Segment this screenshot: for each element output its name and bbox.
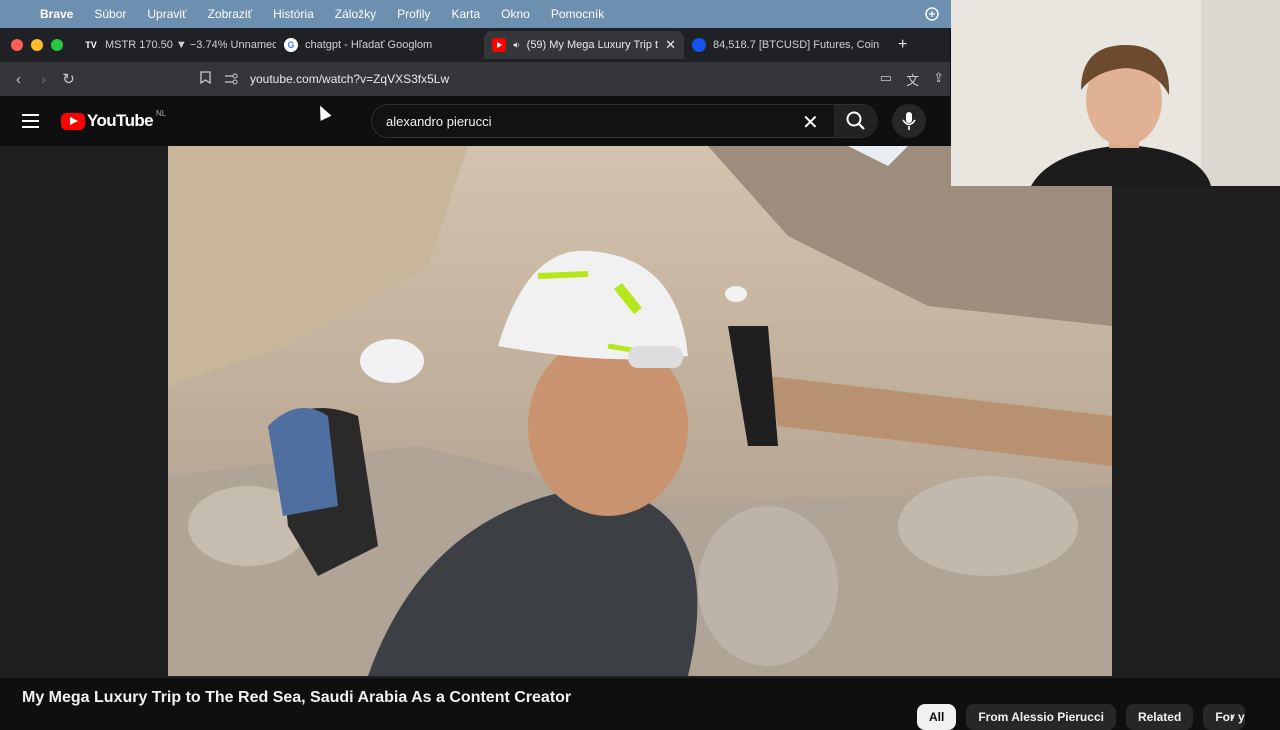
voice-search-button[interactable] (892, 104, 926, 138)
tab-label: chatgpt - Hľadať Googlom (305, 39, 433, 51)
youtube-header: YouTube NL alexandro pierucci ✕ (0, 96, 950, 146)
close-window-button[interactable] (11, 39, 23, 51)
youtube-play-icon (61, 112, 85, 130)
new-tab-icon[interactable]: + (898, 36, 907, 54)
search-input[interactable]: alexandro pierucci (386, 114, 492, 129)
back-arrow-icon[interactable]: ‹ (6, 71, 31, 88)
coinbase-icon (692, 38, 706, 52)
cast-icon[interactable]: ▭ (880, 70, 892, 89)
tab-google-search[interactable]: G chatgpt - Hľadať Googlom (276, 31, 484, 59)
tradingview-icon: TV (85, 40, 97, 50)
video-info-bar: My Mega Luxury Trip to The Red Sea, Saud… (0, 678, 1280, 730)
tab-youtube-active[interactable]: (59) My Mega Luxury Trip t ✕ (484, 31, 684, 59)
youtube-wordmark: YouTube (87, 111, 154, 130)
browser-toolbar: ‹ › ↻ youtube.com/watch?v=ZqVXS3fx5Lw ▭ … (0, 62, 950, 96)
youtube-favicon-icon (492, 38, 506, 52)
site-settings-icon[interactable] (224, 73, 238, 85)
zoom-window-button[interactable] (51, 39, 63, 51)
related-chips: All From Alessio Pierucci Related For yo (917, 704, 1246, 730)
search-button[interactable] (834, 105, 878, 137)
speaker-icon[interactable] (513, 39, 520, 51)
video-player-area (0, 146, 1280, 678)
youtube-logo[interactable]: YouTube NL (61, 108, 167, 131)
menu-history[interactable]: História (273, 7, 314, 21)
google-icon: G (284, 38, 298, 52)
chip-from-channel[interactable]: From Alessio Pierucci (966, 704, 1116, 730)
menu-hamburger-icon[interactable] (22, 114, 39, 132)
menu-window[interactable]: Okno (501, 7, 530, 21)
webcam-overlay (951, 0, 1280, 186)
tab-label: MSTR 170.50 ▼ −3.74% Unnamed (105, 39, 276, 51)
menu-help[interactable]: Pomocník (551, 7, 604, 21)
chip-for-you[interactable]: For yo (1203, 704, 1246, 730)
search-icon (846, 111, 865, 130)
tab-coinbase[interactable]: 84,518.7 [BTCUSD] Futures, Coin (684, 31, 886, 59)
clear-search-icon[interactable]: ✕ (802, 110, 819, 135)
webcam-person-image (951, 0, 1280, 186)
bookmark-icon[interactable] (193, 70, 218, 88)
region-code: NL (156, 108, 167, 118)
tab-label: 84,518.7 [BTCUSD] Futures, Coin (713, 39, 880, 51)
browser-tabbar: TV MSTR 170.50 ▼ −3.74% Unnamed G chatgp… (0, 28, 950, 62)
forward-arrow-icon[interactable]: › (31, 71, 56, 88)
chevron-right-icon[interactable]: › (1230, 708, 1235, 724)
video-frame-image (168, 146, 1112, 676)
translate-icon[interactable]: 文 (906, 70, 919, 89)
address-bar[interactable]: youtube.com/watch?v=ZqVXS3fx5Lw ▭ 文 ⇪ (224, 66, 950, 92)
reload-icon[interactable]: ↻ (56, 70, 81, 88)
menu-file[interactable]: Súbor (94, 7, 126, 21)
tab-tradingview[interactable]: TV MSTR 170.50 ▼ −3.74% Unnamed (76, 31, 276, 59)
video-player[interactable] (168, 146, 1112, 676)
tab-label: (59) My Mega Luxury Trip t (526, 39, 659, 51)
menu-profiles[interactable]: Profily (397, 7, 430, 21)
window-controls (0, 39, 76, 51)
minimize-window-button[interactable] (31, 39, 43, 51)
status-app-icon[interactable] (924, 6, 940, 22)
menu-bookmarks[interactable]: Záložky (335, 7, 376, 21)
menu-edit[interactable]: Upraviť (147, 7, 186, 21)
chip-all[interactable]: All (917, 704, 957, 730)
menu-tab[interactable]: Karta (451, 7, 480, 21)
menu-app-brave[interactable]: Brave (40, 7, 73, 21)
microphone-icon (902, 112, 916, 130)
url-text: youtube.com/watch?v=ZqVXS3fx5Lw (250, 72, 450, 86)
menu-view[interactable]: Zobraziť (208, 7, 253, 21)
share-icon[interactable]: ⇪ (933, 70, 944, 89)
chip-related[interactable]: Related (1125, 704, 1194, 730)
video-title: My Mega Luxury Trip to The Red Sea, Saud… (22, 689, 572, 706)
search-box[interactable]: alexandro pierucci ✕ (371, 104, 878, 138)
close-tab-icon[interactable]: ✕ (665, 37, 676, 53)
